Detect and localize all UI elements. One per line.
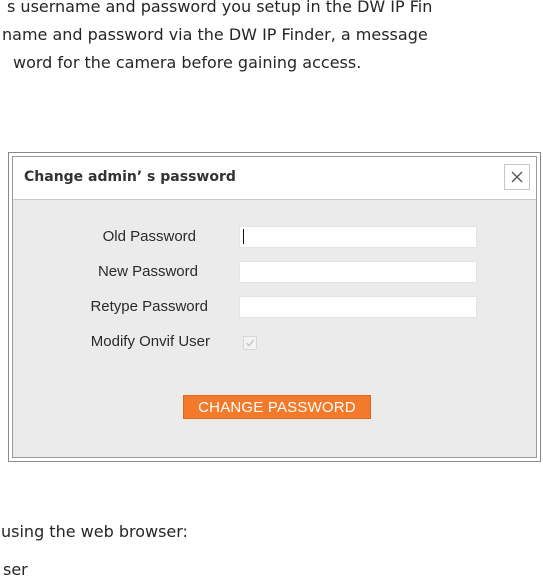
modify-onvif-user-checkbox[interactable]: [243, 336, 257, 350]
change-password-dialog: Change admin’ s password Old Password Ne…: [8, 152, 541, 462]
dialog-frame: Change admin’ s password Old Password Ne…: [12, 156, 537, 458]
dialog-titlebar: Change admin’ s password: [13, 157, 536, 200]
close-icon: [511, 171, 523, 183]
retype-password-label: Retype Password: [90, 298, 208, 315]
modify-onvif-user-label: Modify Onvif User: [90, 333, 210, 350]
doc-text-line-3: word for the camera before gaining acces…: [13, 53, 362, 72]
dialog-title: Change admin’ s password: [24, 169, 236, 185]
text-caret: [243, 229, 244, 244]
retype-password-input[interactable]: [239, 296, 477, 318]
close-button[interactable]: [504, 164, 530, 190]
new-password-label: New Password: [97, 263, 198, 280]
doc-text-line-5: ser: [3, 560, 28, 579]
old-password-label: Old Password: [102, 228, 196, 245]
new-password-input[interactable]: [239, 261, 477, 283]
checkmark-icon: [245, 339, 255, 347]
doc-text-line-4: using the web browser:: [1, 522, 188, 541]
doc-text-line-2: name and password via the DW IP Finder, …: [2, 25, 428, 44]
change-password-button[interactable]: CHANGE PASSWORD: [183, 395, 371, 419]
doc-text-line-1: s username and password you setup in the…: [7, 0, 433, 16]
old-password-input[interactable]: [239, 226, 477, 248]
